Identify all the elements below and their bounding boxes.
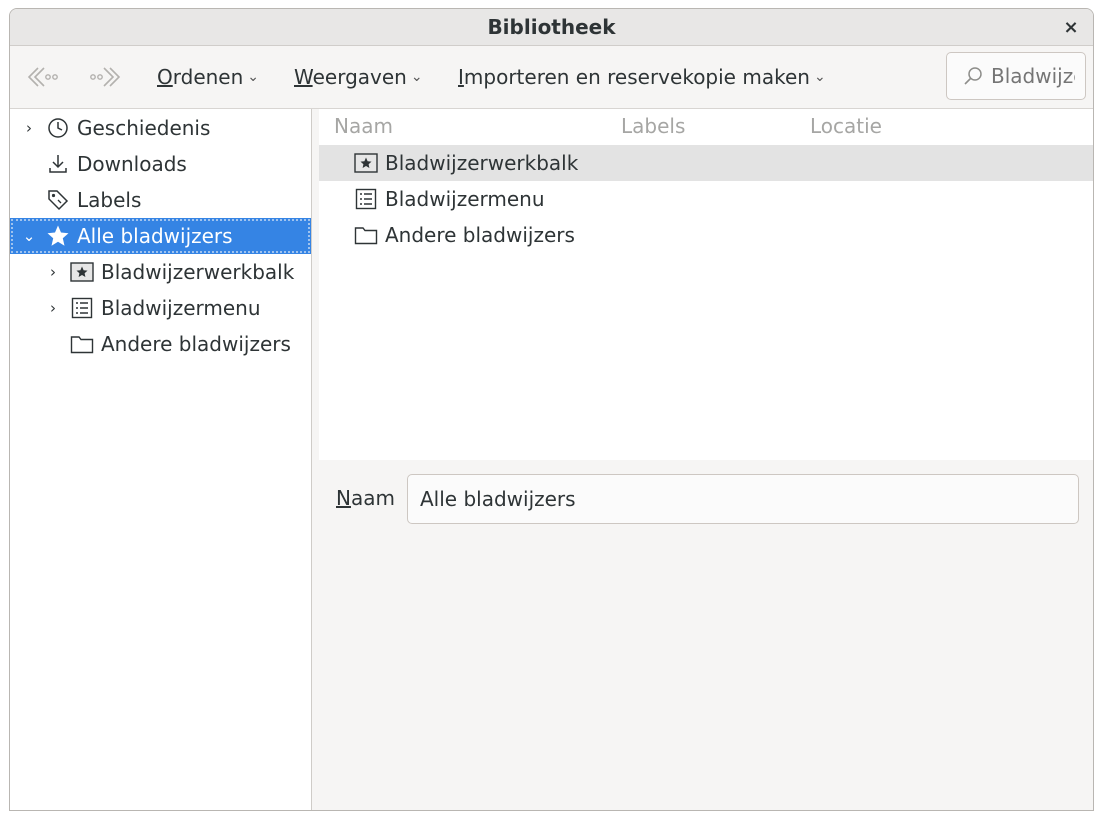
library-window: Bibliotheek × Ordenen ⌄ Weergaven ⌄ Impo… (9, 8, 1094, 811)
title-bar: Bibliotheek × (10, 9, 1093, 46)
sidebar-item-label: Andere bladwijzers (101, 332, 291, 356)
sidebar-item-label: Bladwijzerwerkbalk (101, 260, 295, 284)
chevron-down-icon: ⌄ (247, 69, 260, 85)
search-input[interactable] (991, 64, 1075, 88)
sidebar-item-bookmarks-toolbar[interactable]: › Bladwijzerwerkbalk (10, 254, 311, 290)
name-field[interactable] (407, 474, 1079, 524)
sidebar-item-history[interactable]: › Geschiedenis (10, 110, 311, 146)
organize-label: rdenen (172, 65, 244, 89)
chevron-down-icon: ⌄ (813, 69, 826, 85)
bookmarks-toolbar-icon (354, 151, 378, 175)
sidebar-item-bookmarks-menu[interactable]: › Bladwijzermenu (10, 290, 311, 326)
sidebar-item-all-bookmarks[interactable]: ⌄ Alle bladwijzers (10, 218, 311, 254)
sidebar-item-label: Alle bladwijzers (77, 224, 233, 248)
sidebar-item-label: Geschiedenis (77, 116, 211, 140)
list-row-bookmarks-menu[interactable]: Bladwijzermenu (319, 181, 1093, 217)
sidebar-item-labels[interactable]: Labels (10, 182, 311, 218)
collapse-icon[interactable]: ⌄ (22, 227, 36, 245)
search-icon (964, 67, 982, 85)
name-field-label: Naam (336, 486, 395, 510)
forward-arrow-icon (90, 67, 121, 87)
star-icon (46, 224, 70, 248)
sidebar-item-downloads[interactable]: Downloads (10, 146, 311, 182)
chevron-down-icon: ⌄ (410, 69, 423, 85)
close-icon: × (1063, 16, 1079, 38)
bookmarks-menu-icon (70, 296, 94, 320)
import-backup-menu-button[interactable]: Importeren en reservekopie maken ⌄ (458, 62, 826, 92)
list-row-name: Bladwijzermenu (385, 187, 545, 211)
download-icon (46, 152, 70, 176)
organize-accel: O (157, 65, 173, 89)
bookmarks-list: Naam Labels Locatie Bladwijzerwerkbalk B… (319, 109, 1093, 460)
forward-button[interactable] (86, 60, 126, 94)
sidebar-tree: › Geschiedenis Downloads Labels ⌄ Alle b… (10, 109, 312, 810)
sidebar-item-label: Labels (77, 188, 142, 212)
expand-icon[interactable]: › (22, 119, 36, 137)
views-accel: W (294, 65, 313, 89)
list-row-bookmarks-toolbar[interactable]: Bladwijzerwerkbalk (319, 145, 1093, 181)
list-row-name: Bladwijzerwerkbalk (385, 151, 579, 175)
name-accel: N (336, 486, 351, 510)
back-button[interactable] (22, 60, 62, 94)
list-row-name: Andere bladwijzers (385, 223, 575, 247)
column-header-labels[interactable]: Labels (621, 114, 685, 138)
bookmarks-toolbar-icon (70, 260, 94, 284)
expand-icon[interactable]: › (46, 299, 60, 317)
organize-menu-button[interactable]: Ordenen ⌄ (157, 62, 259, 92)
folder-icon (70, 332, 94, 356)
folder-icon (354, 223, 378, 247)
window-title: Bibliotheek (487, 15, 616, 39)
close-button[interactable]: × (1059, 15, 1083, 39)
sidebar-item-label: Downloads (77, 152, 187, 176)
column-header-row: Naam Labels Locatie (319, 109, 1093, 146)
views-label: eergaven (312, 65, 407, 89)
clock-icon (46, 116, 70, 140)
import-label: mporteren en reservekopie maken (463, 65, 810, 89)
sidebar-item-label: Bladwijzermenu (101, 296, 261, 320)
back-arrow-icon (27, 67, 58, 87)
bookmarks-menu-icon (354, 187, 378, 211)
views-menu-button[interactable]: Weergaven ⌄ (294, 62, 423, 92)
search-box[interactable] (946, 52, 1086, 100)
list-row-other-bookmarks[interactable]: Andere bladwijzers (319, 217, 1093, 253)
details-pane: Naam (319, 460, 1093, 810)
expand-icon[interactable]: › (46, 263, 60, 281)
toolbar: Ordenen ⌄ Weergaven ⌄ Importeren en rese… (10, 46, 1093, 109)
tag-icon (46, 188, 70, 212)
column-header-location[interactable]: Locatie (810, 114, 882, 138)
column-header-name[interactable]: Naam (334, 114, 393, 138)
name-label-text: aam (350, 486, 395, 510)
sidebar-item-other-bookmarks[interactable]: Andere bladwijzers (10, 326, 311, 362)
